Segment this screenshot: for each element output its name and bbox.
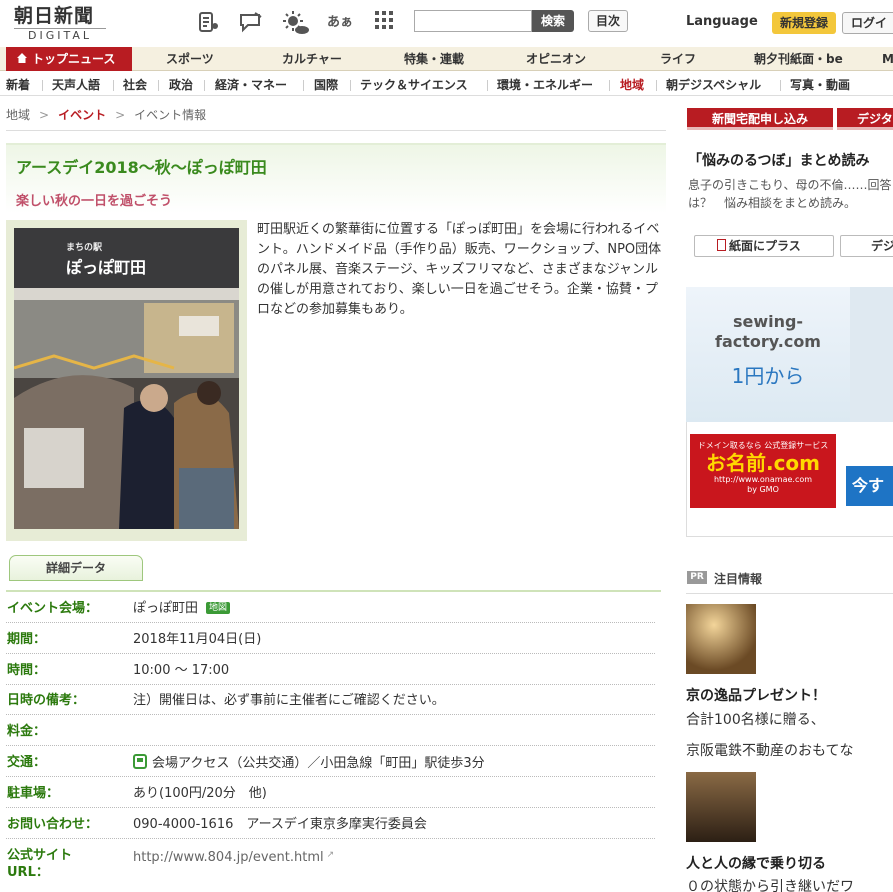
event-title: アースデイ2018～秋～ぽっぽ町田 [16, 158, 267, 177]
nayami-text[interactable]: 息子の引きこもり、母の不倫……回答は？ 悩み相談をまとめ読み。 [688, 176, 893, 212]
nav-economy[interactable]: 経済・マネー [215, 74, 287, 96]
toc-button[interactable]: 目次 [588, 10, 628, 32]
nav-world[interactable]: 国際 [314, 74, 338, 96]
register-button[interactable]: 新規登録 [772, 12, 836, 34]
detail-row-fee: 料金： [6, 715, 655, 746]
detail-value: あり(100円/20分 他) [133, 786, 267, 801]
nav-environment[interactable]: 環境・エネルギー [497, 74, 593, 96]
photo-sign: ぽっぽ町田 [66, 258, 147, 277]
detail-label: 料金： [7, 724, 47, 739]
paper-icon [717, 239, 726, 251]
photo-sign-small: まちの駅 [66, 243, 103, 253]
detail-label: 交通： [7, 755, 47, 770]
search-input[interactable] [414, 10, 532, 32]
primary-nav: トップニュース スポーツ カルチャー 特集・連載 オピニオン ライフ 朝夕刊紙面… [0, 47, 893, 71]
pr-text-1a[interactable]: 合計100名様に贈る、 [686, 709, 825, 729]
font-size-icon[interactable]: あぁ [327, 10, 353, 36]
breadcrumb-current: イベント情報 [134, 108, 207, 122]
secondary-nav: 新着 天声人語 社会 政治 経済・マネー 国際 テック＆サイエンス 環境・エネル… [0, 74, 893, 96]
external-link-icon: ↗ [326, 850, 335, 860]
detail-value: 090-4000-1616 アースデイ東京多摩実行委員会 [133, 817, 427, 832]
nav-culture[interactable]: カルチャー [282, 47, 342, 71]
pr-text-2a[interactable]: ０の状態から引き継いだワ [686, 876, 854, 892]
detail-row-venue: イベント会場： ぽっぽ町田 地図 [6, 592, 655, 623]
nav-opinion[interactable]: オピニオン [526, 47, 586, 71]
search-button[interactable]: 検索 [532, 10, 574, 32]
nav-politics[interactable]: 政治 [169, 74, 193, 96]
detail-row-access: 交通： 会場アクセス（公共交通）／小田急線「町田」駅徒歩3分 [6, 746, 655, 777]
detail-label: 駐車場： [7, 786, 60, 801]
sewing-ad-side [850, 287, 893, 422]
detail-value: 注）開催日は、必ず事前に主催者にご確認ください。 [133, 693, 445, 708]
pr-thumbnail-2[interactable] [686, 772, 756, 842]
pr-headline-2[interactable]: 人と人の縁で乗り切る [686, 853, 826, 873]
nav-tensei[interactable]: 天声人語 [52, 74, 100, 96]
map-badge[interactable]: 地図 [206, 602, 231, 614]
weather-icon[interactable] [282, 10, 309, 36]
paper-plus-button[interactable]: 紙面にプラス [694, 235, 834, 257]
shortcut-icon[interactable] [196, 10, 222, 36]
nav-more[interactable]: M [882, 47, 893, 71]
detail-row-time: 時間： 10:00 ～ 17:00 [6, 654, 655, 685]
digital-button[interactable]: デジ [840, 235, 893, 257]
breadcrumb-event[interactable]: イベント [58, 108, 106, 122]
detail-label: イベント会場： [7, 601, 99, 616]
pr-text-1b[interactable]: 京阪電鉄不動産のおもてな [686, 740, 853, 760]
event-description: 町田駅近くの繁華街に位置する「ぽっぽ町田」を会場に行われるイベント。ハンドメイド… [257, 222, 662, 317]
site-logo[interactable]: 朝日新聞 DIGITAL [14, 5, 114, 42]
train-icon [133, 754, 147, 769]
breadcrumb: 地域 > イベント > イベント情報 [6, 108, 207, 122]
event-subtitle: 楽しい秋の一日を過ごそう [16, 194, 173, 209]
nav-tech[interactable]: テック＆サイエンス [360, 74, 468, 96]
nav-region[interactable]: 地域 [620, 74, 644, 96]
nav-sports[interactable]: スポーツ [166, 47, 214, 71]
official-site-link[interactable]: http://www.804.jp/event.html [133, 850, 324, 865]
pr-section-title: 注目情報 [714, 572, 763, 586]
detail-row-contact: お問い合わせ： 090-4000-1616 アースデイ東京多摩実行委員会 [6, 808, 655, 839]
detail-value: 2018年11月04日(日) [133, 632, 262, 647]
detail-label: 期間： [7, 632, 47, 647]
nav-top-news[interactable]: トップニュース [6, 47, 132, 71]
home-icon [17, 53, 27, 63]
detail-label: 時間： [7, 663, 47, 678]
event-photo: まちの駅 ぽっぽ町田 [14, 228, 239, 529]
detail-value: ぽっぽ町田 [133, 601, 199, 616]
onamae-ad[interactable]: ドメイン取るなら 公式登録サービス お名前.com http://www.ona… [690, 434, 836, 508]
logo-main: 朝日新聞 [14, 5, 95, 27]
sewing-ad-bg [686, 287, 850, 422]
sewing-ad-text[interactable]: sewing-factory.com [686, 312, 850, 352]
nav-latest[interactable]: 新着 [6, 74, 30, 96]
pr-thumbnail-1[interactable] [686, 604, 756, 674]
nav-society[interactable]: 社会 [123, 74, 147, 96]
detail-row-period: 期間： 2018年11月04日(日) [6, 623, 655, 654]
pr-headline-1[interactable]: 京の逸品プレゼント！ [686, 685, 826, 705]
nav-features[interactable]: 特集・連載 [404, 47, 464, 71]
ad-cta[interactable]: 今す [846, 466, 893, 506]
breadcrumb-region[interactable]: 地域 [6, 108, 30, 122]
menu-grid-icon[interactable] [371, 10, 397, 36]
nav-special[interactable]: 朝デジスペシャル [666, 74, 761, 96]
detail-row-note: 日時の備考： 注）開催日は、必ず事前に主催者にご確認ください。 [6, 684, 655, 715]
pr-badge: PR [687, 571, 707, 584]
access-link[interactable]: 会場アクセス（公共交通）／小田急線「町田」駅徒歩3分 [152, 756, 485, 771]
sewing-ad-price[interactable]: 1円から [686, 360, 850, 389]
comment-icon[interactable] [238, 10, 264, 36]
detail-label: お問い合わせ： [7, 817, 99, 832]
detail-value: 10:00 ～ 17:00 [133, 663, 230, 678]
detail-row-url: 公式サイト URL： http://www.804.jp/event.html ↗ [6, 839, 655, 892]
detail-row-parking: 駐車場： あり(100円/20分 他) [6, 777, 655, 808]
nav-photo[interactable]: 写真・動画 [790, 74, 850, 96]
delivery-signup-button[interactable]: 新聞宅配申し込み [687, 108, 833, 130]
details-tab[interactable]: 詳細データ [9, 555, 143, 581]
nayami-title[interactable]: 「悩みのるつぼ」まとめ読み [688, 150, 869, 170]
login-button[interactable]: ログイ [842, 12, 893, 34]
logo-sub: DIGITAL [14, 28, 106, 42]
detail-label: 日時の備考： [7, 693, 86, 708]
detail-label: 公式サイト URL： [7, 848, 73, 880]
digital-signup-button[interactable]: デジタ [837, 108, 893, 130]
nav-papers[interactable]: 朝夕刊紙面・be [754, 47, 843, 71]
language-link[interactable]: Language [686, 14, 758, 29]
nav-life[interactable]: ライフ [660, 47, 696, 71]
